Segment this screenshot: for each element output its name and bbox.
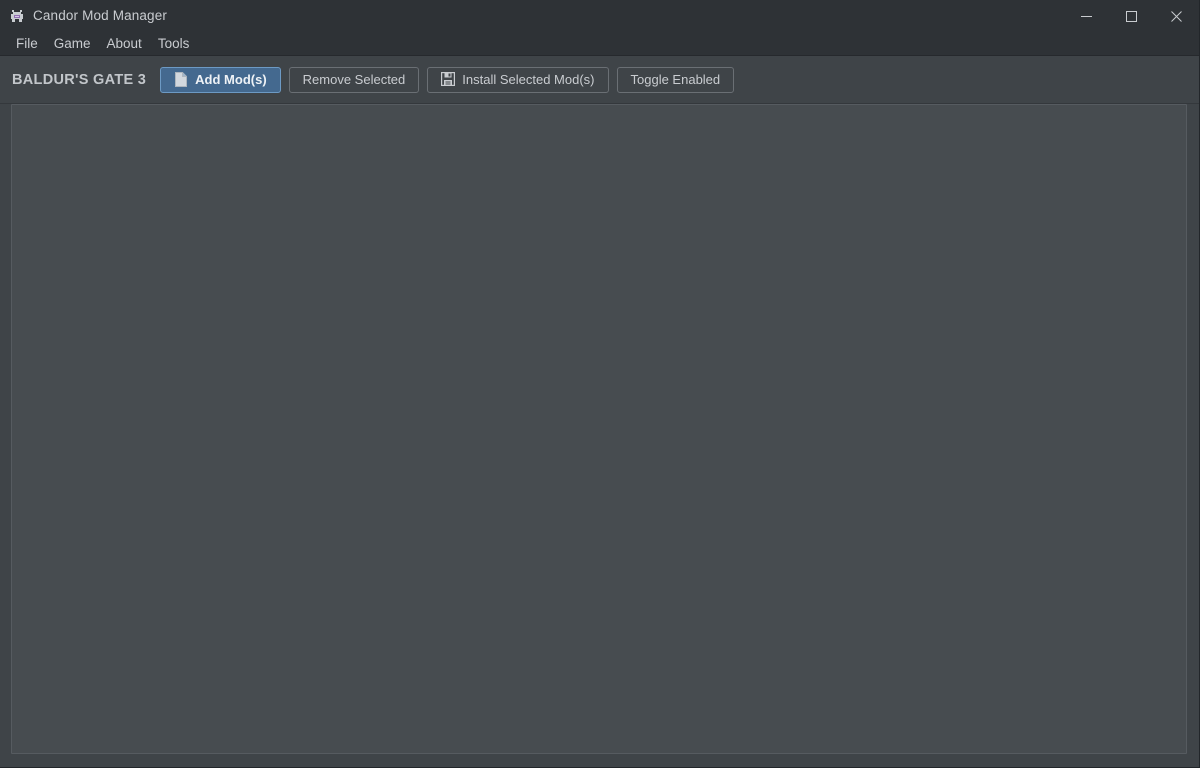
toggle-enabled-button[interactable]: Toggle Enabled xyxy=(616,66,735,93)
toolbar: BALDUR'S GATE 3 Add Mod(s) Remove Select… xyxy=(0,56,1199,104)
menu-item-game[interactable]: Game xyxy=(46,35,99,53)
window-title: Candor Mod Manager xyxy=(33,8,168,24)
add-mods-label: Add Mod(s) xyxy=(195,72,267,87)
title-bar: Candor Mod Manager xyxy=(0,0,1199,32)
floppy-disk-icon xyxy=(441,71,456,87)
window-controls xyxy=(1064,0,1199,32)
menu-item-file[interactable]: File xyxy=(8,35,46,53)
maximize-icon xyxy=(1126,10,1137,22)
menu-item-tools[interactable]: Tools xyxy=(150,35,198,53)
menu-bar: File Game About Tools xyxy=(0,32,1199,56)
content-area xyxy=(0,104,1199,767)
close-button[interactable] xyxy=(1154,0,1199,32)
add-mods-button[interactable]: Add Mod(s) xyxy=(160,66,281,93)
remove-selected-button[interactable]: Remove Selected xyxy=(288,66,420,93)
toggle-enabled-label: Toggle Enabled xyxy=(630,72,721,87)
close-icon xyxy=(1171,10,1182,22)
mod-list-empty-state xyxy=(12,105,1186,753)
install-selected-mods-label: Install Selected Mod(s) xyxy=(462,72,595,87)
title-bar-left: Candor Mod Manager xyxy=(0,8,167,24)
install-selected-mods-button[interactable]: Install Selected Mod(s) xyxy=(427,66,609,93)
application-window: Candor Mod Manager File Game About Tools… xyxy=(0,0,1200,768)
document-icon xyxy=(174,72,188,87)
maximize-button[interactable] xyxy=(1109,0,1154,32)
menu-item-about[interactable]: About xyxy=(99,35,150,53)
minimize-icon xyxy=(1081,15,1092,17)
mod-list-panel[interactable] xyxy=(11,104,1187,754)
minimize-button[interactable] xyxy=(1064,0,1109,32)
app-logo-icon xyxy=(9,8,25,24)
game-title-label: BALDUR'S GATE 3 xyxy=(12,71,147,88)
remove-selected-label: Remove Selected xyxy=(302,72,406,87)
